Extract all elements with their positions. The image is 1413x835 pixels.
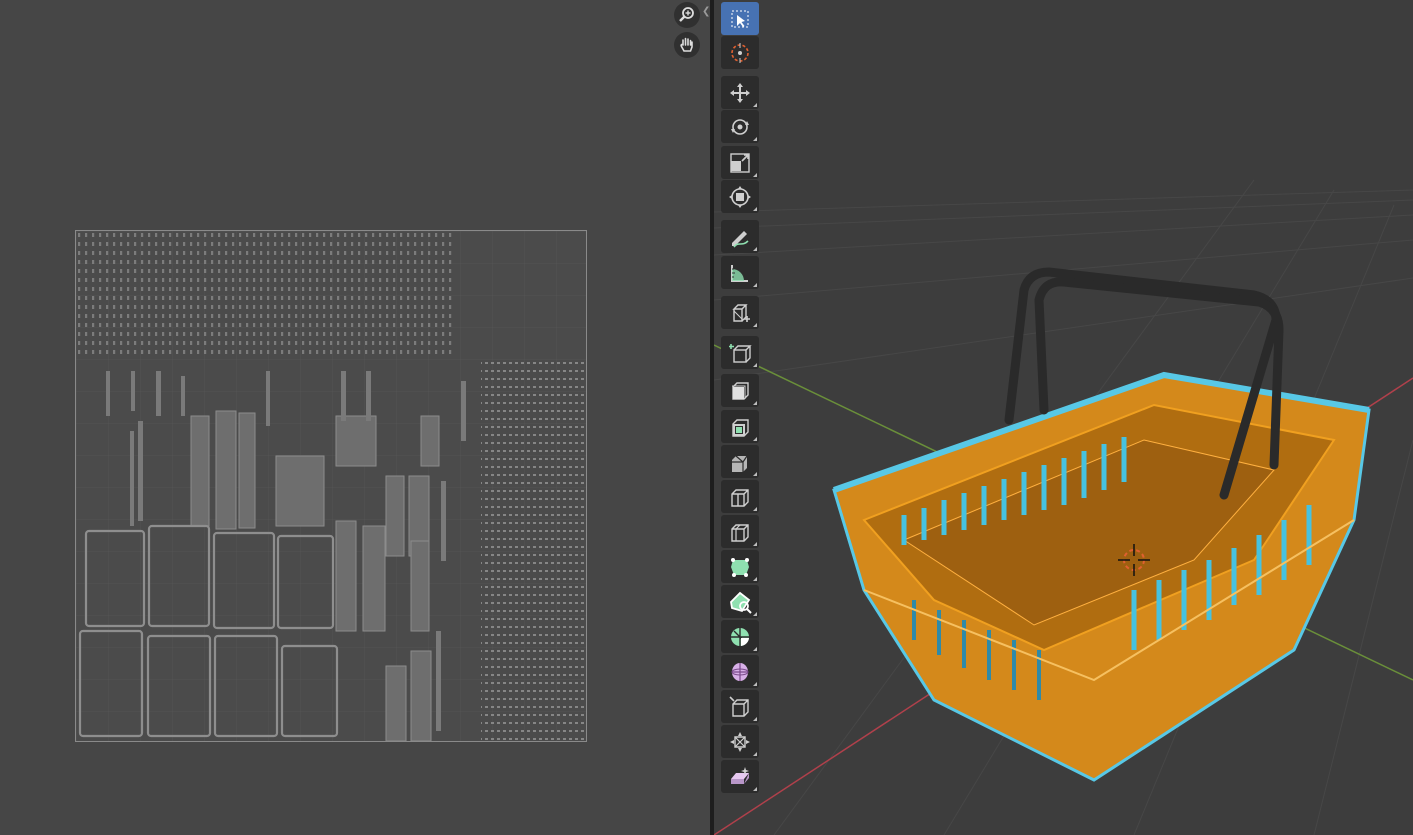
tool-rotate[interactable] (721, 110, 759, 143)
rip-region-icon (730, 731, 750, 752)
tool-options-indicator (753, 437, 757, 441)
tool-options-indicator (753, 363, 757, 367)
select-box-icon (731, 10, 749, 27)
tool-options-indicator (753, 647, 757, 651)
tool-options-indicator (753, 401, 757, 405)
tool-spin[interactable] (721, 550, 759, 583)
tool-extrude-region[interactable] (721, 336, 759, 369)
poly-build-icon (731, 523, 749, 542)
tool-extrude-manifold[interactable] (721, 760, 759, 793)
tool-smooth[interactable] (721, 585, 759, 618)
uv-layout-canvas[interactable] (75, 230, 587, 742)
shrink-fatten-icon (731, 662, 749, 681)
tool-options-indicator (753, 103, 757, 107)
tool-knife[interactable] (721, 480, 759, 513)
rotate-icon (731, 118, 749, 135)
tool-options-indicator (753, 577, 757, 581)
3d-viewport[interactable] (714, 0, 1413, 835)
tool-options-indicator (753, 472, 757, 476)
tool-options-indicator (753, 787, 757, 791)
spin-icon (731, 557, 749, 577)
tool-cursor[interactable] (721, 36, 759, 69)
tool-annotate[interactable] (721, 220, 759, 253)
tool-shrink-fatten[interactable] (721, 655, 759, 688)
tool-select-box[interactable] (721, 2, 759, 35)
tool-edge-slide[interactable] (721, 620, 759, 653)
tool-options-indicator (753, 717, 757, 721)
tool-options-indicator (753, 542, 757, 546)
extrude-region-icon (729, 343, 752, 363)
tool-options-indicator (753, 207, 757, 211)
inset-faces-icon (732, 381, 749, 400)
tool-options-indicator (753, 507, 757, 511)
edge-slide-icon (731, 627, 749, 646)
tool-options-indicator (753, 682, 757, 686)
tool-rip-region[interactable] (721, 725, 759, 758)
tool-options-indicator (753, 283, 757, 287)
loop-cut-icon (732, 455, 748, 472)
tool-scale[interactable] (721, 146, 759, 179)
tool-bevel[interactable] (721, 410, 759, 443)
uv-editor[interactable]: ❮ (0, 0, 710, 835)
move-icon (730, 82, 750, 103)
extrude-manifold-icon (731, 766, 749, 784)
scale-icon (730, 152, 750, 173)
uv-islands (76, 231, 586, 742)
add-cube-icon (732, 303, 750, 322)
basket-mesh (832, 371, 1371, 782)
tool-options-indicator (753, 137, 757, 141)
measure-icon (731, 264, 748, 282)
tool-options-indicator (753, 323, 757, 327)
hand-pan-icon[interactable] (674, 32, 700, 58)
hand-icon (680, 37, 693, 52)
zoom-icon[interactable] (674, 2, 700, 28)
tool-options-indicator (753, 612, 757, 616)
shear-icon (729, 695, 749, 717)
knife-icon (731, 488, 749, 507)
tool-measure[interactable] (721, 256, 759, 289)
tool-poly-build[interactable] (721, 515, 759, 548)
tool-options-indicator (753, 752, 757, 756)
tool-transform[interactable] (721, 180, 759, 213)
tool-add-cube[interactable] (721, 296, 759, 329)
tool-options-indicator (753, 173, 757, 177)
tool-inset-faces[interactable] (721, 374, 759, 407)
transform-icon (729, 185, 751, 208)
3d-cursor-icon (731, 42, 749, 63)
smooth-icon (730, 591, 752, 614)
annotate-icon (732, 230, 749, 248)
tool-loop-cut[interactable] (721, 445, 759, 478)
bevel-icon (732, 418, 749, 437)
zoom-in-icon (679, 7, 694, 22)
tool-move[interactable] (721, 76, 759, 109)
tool-options-indicator (753, 247, 757, 251)
scene-render (714, 179, 1413, 835)
tool-shear[interactable] (721, 690, 759, 723)
tool-shelf (720, 0, 762, 835)
